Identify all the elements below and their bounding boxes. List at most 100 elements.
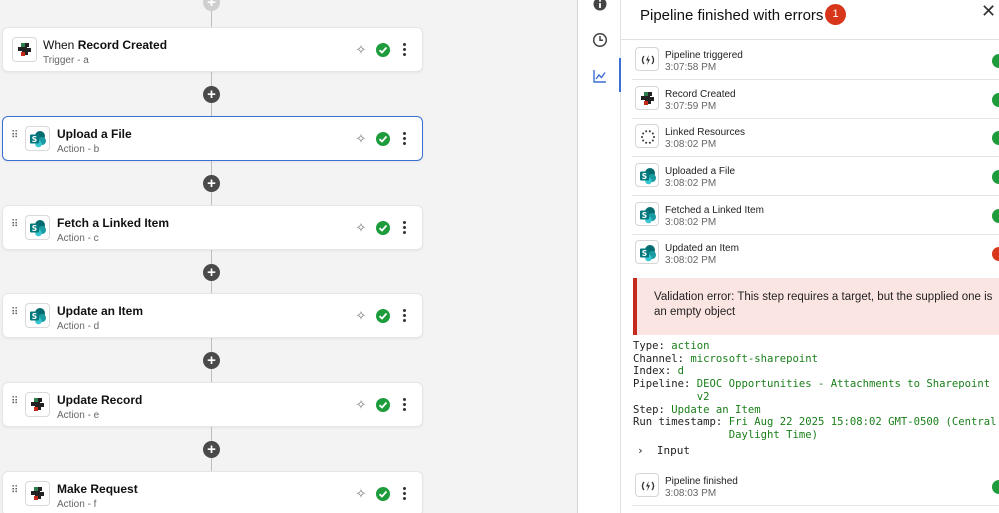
- more-options-icon[interactable]: [399, 396, 409, 414]
- drag-handle-icon[interactable]: ⠿: [11, 397, 19, 407]
- step-card[interactable]: ⠿ Update Record Action - e ✧: [2, 382, 423, 427]
- step-card[interactable]: ⠿ S Upload a File Action - b ✧: [2, 116, 423, 161]
- step-subtitle: Action - c: [57, 233, 99, 244]
- drag-handle-icon[interactable]: ⠿: [11, 220, 19, 230]
- panel-title: Pipeline finished with errors: [640, 7, 824, 24]
- detail-row: Index: d: [633, 365, 999, 378]
- svg-text:S: S: [32, 312, 37, 321]
- step-subtitle: Action - d: [57, 321, 100, 332]
- success-status-icon: [992, 170, 999, 184]
- event-time: 3:07:58 PM: [665, 62, 717, 73]
- sharepoint-icon: S: [635, 240, 659, 264]
- error-count-badge: 1: [825, 4, 846, 25]
- error-alert: Validation error: This step requires a t…: [633, 278, 999, 335]
- step-details: Type: action Channel: microsoft-sharepoin…: [633, 340, 999, 442]
- sparkle-icon[interactable]: ✧: [353, 131, 369, 147]
- close-icon[interactable]: ✕: [981, 2, 999, 20]
- detail-row: Type: action: [633, 340, 999, 353]
- error-message: Validation error: This step requires a t…: [654, 291, 993, 318]
- event-time: 3:07:59 PM: [665, 101, 717, 112]
- event-name: Linked Resources: [665, 127, 746, 138]
- event-row[interactable]: S Updated an Item 3:08:02 PM: [632, 234, 999, 273]
- success-status-icon: [992, 131, 999, 145]
- add-step-button[interactable]: +: [203, 441, 220, 458]
- step-subtitle: Trigger - a: [43, 55, 89, 66]
- record-icon: [25, 481, 50, 506]
- add-step-button[interactable]: +: [203, 86, 220, 103]
- detail-row: Step: Update an Item: [633, 404, 999, 417]
- step-title: Upload a File: [57, 127, 132, 141]
- detail-key: Type:: [633, 340, 665, 352]
- detail-key: Run timestamp:: [633, 416, 723, 429]
- detail-row: Run timestamp: Fri Aug 22 2025 15:08:02 …: [633, 416, 999, 441]
- detail-row: Pipeline: DEOC Opportunities - Attachmen…: [633, 378, 999, 403]
- more-options-icon[interactable]: [399, 485, 409, 503]
- add-step-button[interactable]: +: [203, 0, 220, 11]
- history-icon[interactable]: [592, 32, 608, 48]
- add-step-button[interactable]: +: [203, 175, 220, 192]
- sharepoint-icon: S: [635, 163, 659, 187]
- step-title: Make Request: [57, 482, 138, 496]
- connector-line: [211, 0, 212, 513]
- success-check-icon: [376, 43, 390, 57]
- drag-handle-icon[interactable]: ⠿: [11, 131, 19, 141]
- success-status-icon: [992, 93, 999, 107]
- event-name: Fetched a Linked Item: [665, 205, 764, 216]
- drag-handle-icon[interactable]: ⠿: [11, 486, 19, 496]
- detail-value: Update an Item: [671, 403, 761, 416]
- detail-key: Step:: [633, 403, 665, 416]
- more-options-icon[interactable]: [399, 130, 409, 148]
- detail-key: Pipeline:: [633, 378, 691, 391]
- detail-value: DEOC Opportunities - Attachments to Shar…: [696, 378, 991, 403]
- step-card[interactable]: When Record Created Trigger - a ✧: [2, 27, 423, 72]
- svg-text:S: S: [32, 135, 37, 144]
- detail-value: action: [671, 340, 710, 352]
- step-card[interactable]: ⠿ S Update an Item Action - d ✧: [2, 293, 423, 338]
- event-time: 3:08:02 PM: [665, 255, 717, 266]
- step-card[interactable]: ⠿ Make Request Action - f ✧: [2, 471, 423, 513]
- step-title: When Record Created: [43, 38, 168, 52]
- event-row[interactable]: Pipeline finished 3:08:03 PM: [632, 467, 999, 506]
- event-name: Record Created: [665, 89, 736, 100]
- event-time: 3:08:03 PM: [665, 488, 717, 499]
- trigger-icon: [635, 473, 659, 497]
- event-row[interactable]: S Uploaded a File 3:08:02 PM: [632, 157, 999, 196]
- more-options-icon[interactable]: [399, 41, 409, 59]
- sparkle-icon[interactable]: ✧: [353, 397, 369, 413]
- step-subtitle: Action - e: [57, 410, 100, 421]
- info-icon[interactable]: [592, 0, 608, 14]
- input-expander[interactable]: › Input: [637, 444, 690, 457]
- sharepoint-icon: S: [25, 126, 50, 151]
- sharepoint-icon: S: [25, 215, 50, 240]
- event-row[interactable]: S Fetched a Linked Item 3:08:02 PM: [632, 196, 999, 235]
- success-status-icon: [992, 480, 999, 494]
- event-row[interactable]: Pipeline triggered 3:07:58 PM: [632, 41, 999, 80]
- sparkle-icon[interactable]: ✧: [353, 486, 369, 502]
- svg-text:S: S: [642, 172, 647, 181]
- add-step-button[interactable]: +: [203, 352, 220, 369]
- step-subtitle: Action - b: [57, 144, 100, 155]
- success-status-icon: [992, 209, 999, 223]
- error-status-icon: [992, 247, 999, 261]
- more-options-icon[interactable]: [399, 307, 409, 325]
- add-step-button[interactable]: +: [203, 264, 220, 281]
- event-time: 3:08:02 PM: [665, 217, 717, 228]
- step-card[interactable]: ⠿ S Fetch a Linked Item Action - c ✧: [2, 205, 423, 250]
- spinner-icon: [635, 124, 659, 148]
- sparkle-icon[interactable]: ✧: [353, 42, 369, 58]
- event-row[interactable]: Linked Resources 3:08:02 PM: [632, 118, 999, 157]
- side-rail: [577, 0, 621, 513]
- drag-handle-icon[interactable]: ⠿: [11, 308, 19, 318]
- sparkle-icon[interactable]: ✧: [353, 308, 369, 324]
- detail-value: Fri Aug 22 2025 15:08:02 GMT-0500 (Centr…: [728, 416, 997, 441]
- step-title: Update Record: [57, 393, 143, 407]
- svg-text:S: S: [642, 211, 647, 220]
- more-options-icon[interactable]: [399, 219, 409, 237]
- input-label: Input: [656, 444, 690, 457]
- detail-value: d: [677, 365, 685, 378]
- activity-chart-icon[interactable]: [592, 68, 608, 84]
- trigger-icon: [635, 47, 659, 71]
- sparkle-icon[interactable]: ✧: [353, 220, 369, 236]
- success-check-icon: [376, 398, 390, 412]
- event-row[interactable]: Record Created 3:07:59 PM: [632, 80, 999, 119]
